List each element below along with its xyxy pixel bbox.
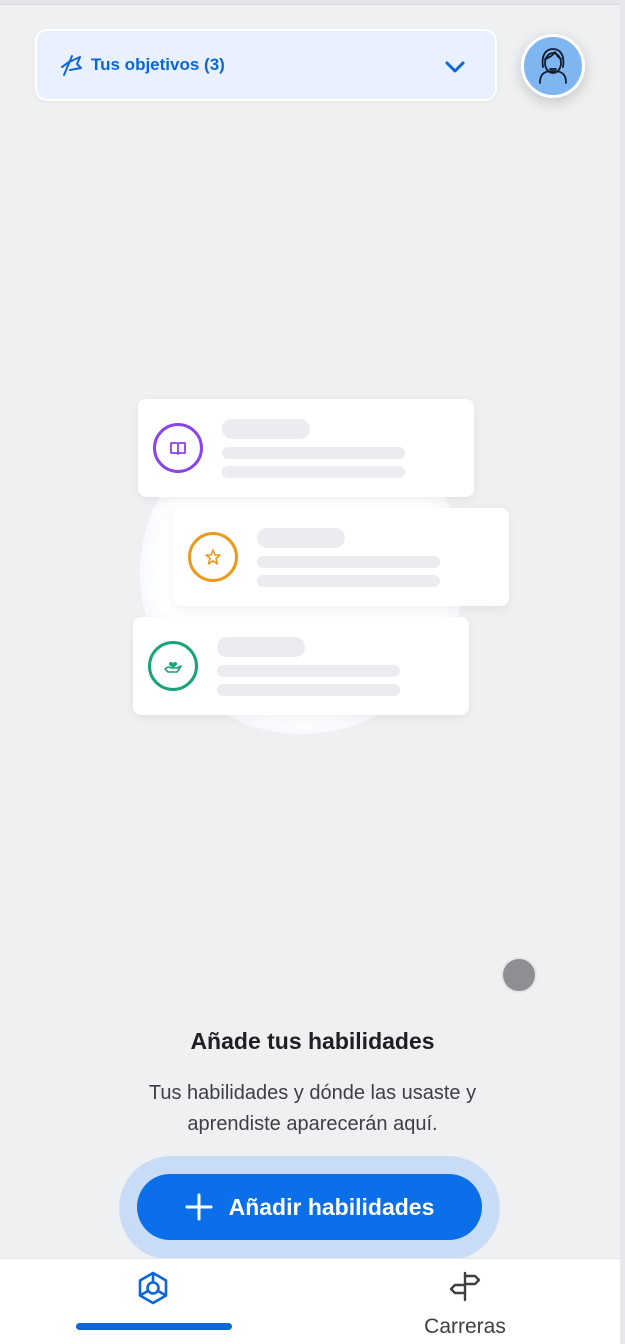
- floating-dot[interactable]: [501, 957, 537, 993]
- nav-item-skills[interactable]: [60, 1259, 248, 1344]
- goals-dropdown[interactable]: Tus objetivos (3): [35, 29, 497, 101]
- placeholder-bar: [222, 447, 405, 459]
- empty-state-description: Tus habilidades y dónde las usaste y apr…: [148, 1082, 477, 1135]
- empty-state-title: Añade tus habilidades: [190, 1028, 435, 1054]
- active-tab-indicator: [76, 1323, 232, 1330]
- placeholder-bar: [257, 575, 440, 587]
- add-skills-button[interactable]: Añadir habilidades: [137, 1174, 482, 1240]
- placeholder-bar: [222, 466, 405, 478]
- plus-icon: [185, 1193, 213, 1221]
- nav-item-careers[interactable]: Carreras: [370, 1259, 560, 1344]
- chevron-down-icon[interactable]: [443, 55, 467, 79]
- placeholder-card: [173, 508, 509, 606]
- edge-divider: [620, 0, 625, 1344]
- star-icon: [188, 532, 238, 582]
- hand-heart-icon: [148, 641, 198, 691]
- bottom-nav: Carreras: [0, 1258, 620, 1344]
- placeholder-card: [138, 399, 474, 497]
- placeholder-bar: [222, 419, 310, 439]
- avatar[interactable]: [521, 34, 585, 98]
- placeholder-card: [133, 617, 469, 715]
- status-strip: [0, 0, 625, 5]
- placeholder-bar: [257, 528, 345, 548]
- placeholder-bar: [217, 684, 400, 696]
- book-icon: [153, 423, 203, 473]
- flag-icon: [59, 52, 85, 78]
- placeholder-bar: [217, 637, 305, 657]
- goals-label: Tus objetivos (3): [91, 55, 225, 74]
- signpost-icon: [449, 1271, 481, 1302]
- add-skills-label: Añadir habilidades: [228, 1193, 435, 1220]
- skills-hub-icon: [138, 1271, 168, 1305]
- placeholder-bar: [217, 665, 400, 677]
- user-avatar-icon: [539, 48, 567, 84]
- placeholder-bar: [257, 556, 440, 568]
- nav-careers-label: Carreras: [424, 1315, 506, 1338]
